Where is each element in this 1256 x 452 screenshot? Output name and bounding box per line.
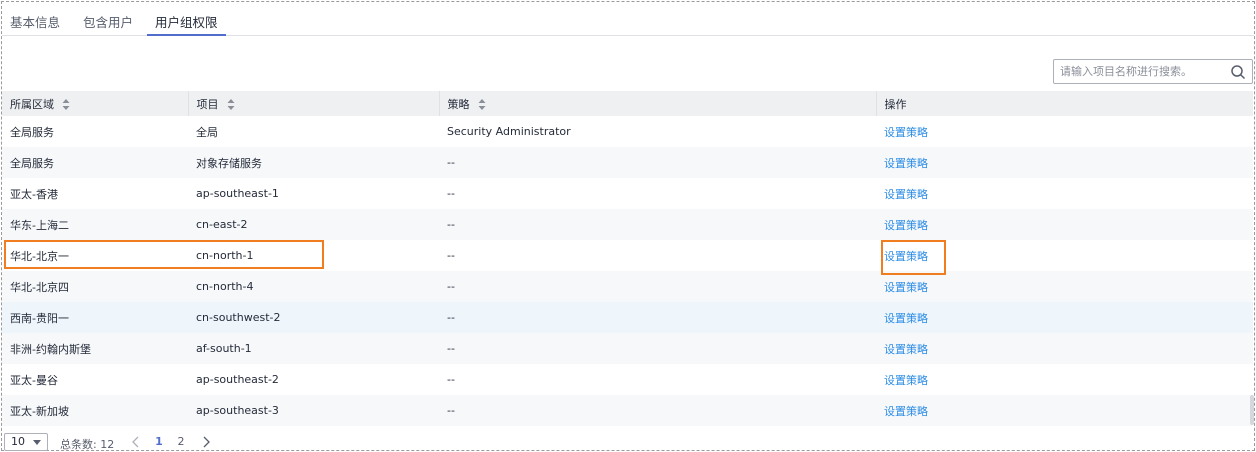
table-row: 亚太-曼谷 ap-southeast-2 -- 设置策略: [2, 364, 1253, 395]
tab-group-permissions[interactable]: 用户组权限: [147, 12, 226, 36]
cell-policy: --: [447, 156, 455, 169]
cell-policy: --: [447, 342, 455, 355]
page-1-button[interactable]: 1: [150, 434, 168, 450]
header-region-label: 所属区域: [10, 97, 54, 111]
cell-policy: --: [447, 218, 455, 231]
cell-policy: --: [447, 249, 455, 262]
cell-region: 非洲-约翰内斯堡: [10, 342, 91, 356]
pagination: 10 总条数: 12 1 2: [4, 432, 264, 452]
set-policy-link[interactable]: 设置策略: [884, 343, 928, 356]
cell-project: cn-north-4: [196, 280, 254, 293]
cell-policy: --: [447, 187, 455, 200]
highlight-box-row: [4, 240, 324, 269]
header-policy-label: 策略: [447, 97, 470, 111]
cell-region: 亚太-香港: [10, 187, 58, 201]
table-row: 西南-贵阳一 cn-southwest-2 -- 设置策略: [2, 302, 1253, 333]
page-2-button[interactable]: 2: [172, 434, 190, 450]
table-row: 全局服务 全局 Security Administrator 设置策略: [2, 116, 1253, 147]
cell-policy: --: [447, 311, 455, 324]
tab-included-users[interactable]: 包含用户: [83, 12, 133, 36]
page-size-select[interactable]: 10: [4, 433, 48, 451]
chevron-left-icon[interactable]: [128, 434, 144, 450]
header-region[interactable]: 所属区域: [2, 91, 189, 116]
table-row: 非洲-约翰内斯堡 af-south-1 -- 设置策略: [2, 333, 1253, 364]
total-count: 总条数: 12: [60, 438, 115, 451]
cell-project: ap-southeast-3: [196, 404, 279, 417]
cell-region: 全局服务: [10, 125, 54, 139]
page-size-value: 10: [11, 435, 25, 448]
cell-project: cn-east-2: [196, 218, 248, 231]
table-row: 华北-北京四 cn-north-4 -- 设置策略: [2, 271, 1253, 302]
cell-policy: --: [447, 404, 455, 417]
cell-policy: --: [447, 373, 455, 386]
sort-icon[interactable]: [62, 99, 70, 110]
cell-project: af-south-1: [196, 342, 252, 355]
cell-region: 亚太-曼谷: [10, 373, 58, 387]
set-policy-link[interactable]: 设置策略: [884, 219, 928, 232]
table-row: 亚太-香港 ap-southeast-1 -- 设置策略: [2, 178, 1253, 209]
tab-bar: 基本信息 包含用户 用户组权限: [2, 8, 1254, 36]
cell-region: 亚太-新加坡: [10, 404, 69, 418]
cell-project: 对象存储服务: [196, 156, 262, 170]
highlight-box-action: [881, 240, 946, 275]
scrollbar-track[interactable]: [1249, 91, 1254, 431]
cell-region: 西南-贵阳一: [10, 311, 69, 325]
cell-policy: Security Administrator: [447, 125, 571, 138]
chevron-right-icon[interactable]: [198, 434, 214, 450]
cell-project: 全局: [196, 125, 218, 139]
header-project[interactable]: 项目: [188, 91, 440, 116]
set-policy-link[interactable]: 设置策略: [884, 188, 928, 201]
header-action-label: 操作: [884, 97, 907, 111]
cell-region: 全局服务: [10, 156, 54, 170]
sort-icon[interactable]: [478, 99, 486, 110]
header-project-label: 项目: [196, 97, 219, 111]
cell-region: 华北-北京四: [10, 280, 69, 294]
table-header-row: 所属区域 项目 策略 操作: [2, 91, 1253, 116]
search-box: [1053, 59, 1253, 84]
table-row: 亚太-新加坡 ap-southeast-3 -- 设置策略: [2, 395, 1253, 426]
cell-region: 华东-上海二: [10, 218, 69, 232]
table-row: 全局服务 对象存储服务 -- 设置策略: [2, 147, 1253, 178]
set-policy-link[interactable]: 设置策略: [884, 312, 928, 325]
set-policy-link[interactable]: 设置策略: [884, 405, 928, 418]
cell-project: ap-southeast-1: [196, 187, 279, 200]
header-policy[interactable]: 策略: [439, 91, 877, 116]
search-icon[interactable]: [1230, 64, 1246, 80]
header-action: 操作: [876, 91, 1253, 116]
search-input[interactable]: [1060, 63, 1220, 80]
sort-icon[interactable]: [227, 99, 235, 110]
tab-basic-info[interactable]: 基本信息: [10, 12, 60, 36]
cell-policy: --: [447, 280, 455, 293]
cell-project: ap-southeast-2: [196, 373, 279, 386]
cell-project: cn-southwest-2: [196, 311, 281, 324]
set-policy-link[interactable]: 设置策略: [884, 157, 928, 170]
set-policy-link[interactable]: 设置策略: [884, 126, 928, 139]
set-policy-link[interactable]: 设置策略: [884, 374, 928, 387]
table-row: 华东-上海二 cn-east-2 -- 设置策略: [2, 209, 1253, 240]
set-policy-link[interactable]: 设置策略: [884, 281, 928, 294]
caret-down-icon: [33, 440, 41, 445]
scrollbar-thumb[interactable]: [1250, 395, 1254, 425]
